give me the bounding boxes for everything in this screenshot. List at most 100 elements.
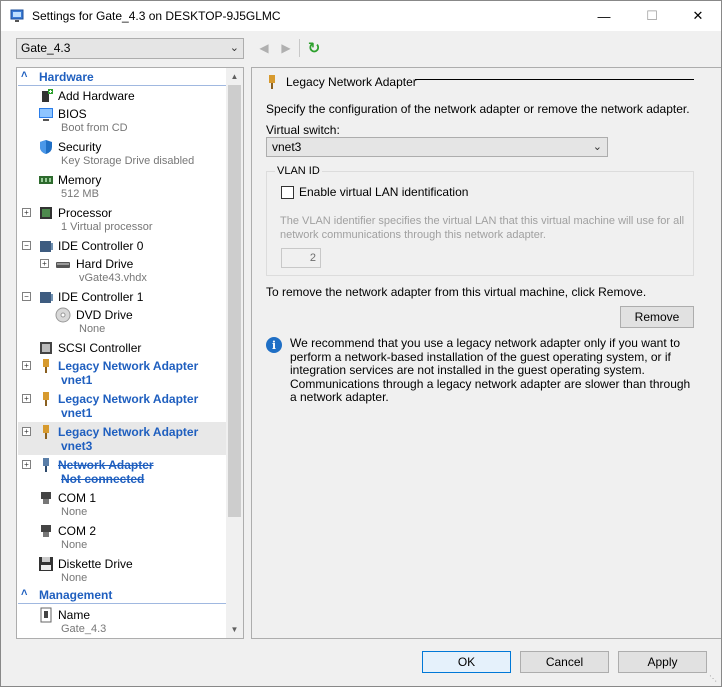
adapter-description: Specify the configuration of the network… bbox=[266, 102, 690, 116]
tree-item-name[interactable]: Name Gate_4.3 bbox=[18, 605, 227, 638]
remove-button[interactable]: Remove bbox=[620, 306, 694, 328]
tree-item-network-adapter[interactable]: + Network Adapter Not connected bbox=[18, 455, 227, 488]
tree-item-label: Name bbox=[58, 608, 91, 622]
info-icon: i bbox=[266, 337, 282, 353]
tree-item-label: Network Adapter bbox=[58, 458, 154, 472]
tree-item-label: IDE Controller 1 bbox=[58, 290, 144, 304]
tree-item-dvd-drive[interactable]: DVD Drive None bbox=[18, 305, 227, 338]
chevron-down-icon: ⌄ bbox=[229, 42, 239, 54]
tree-item-legacy-network-adapter-3[interactable]: + Legacy Network Adapter vnet3 bbox=[18, 422, 227, 455]
apply-button[interactable]: Apply bbox=[618, 651, 707, 673]
tree-item-label: Hard Drive bbox=[76, 257, 134, 271]
tree-item-sub: 512 MB bbox=[61, 188, 99, 200]
tree-item-sub: None bbox=[79, 323, 106, 335]
network-plug-icon bbox=[269, 75, 275, 89]
tree-item-sub: None bbox=[61, 572, 88, 584]
vm-selector-dropdown[interactable]: Gate_4.3 ⌄ bbox=[16, 38, 244, 59]
tree-item-ide-controller-1[interactable]: − IDE Controller 1 bbox=[18, 287, 227, 305]
info-text: We recommend that you use a legacy netwo… bbox=[290, 336, 691, 404]
tree-item-processor[interactable]: + Processor 1 Virtual processor bbox=[18, 203, 227, 236]
group-title: Legacy Network Adapter bbox=[286, 75, 417, 89]
refresh-icon[interactable]: ↻ bbox=[305, 39, 323, 57]
shield-icon bbox=[40, 140, 52, 154]
section-header-management[interactable]: ˄ Management bbox=[18, 587, 227, 604]
group-rule bbox=[415, 79, 694, 80]
tree-item-sub: vnet1 bbox=[61, 373, 93, 387]
section-header-hardware[interactable]: ˄ Hardware bbox=[18, 69, 227, 86]
tree-item-sub: Boot from CD bbox=[61, 122, 128, 134]
close-button[interactable]: ✕ bbox=[675, 1, 721, 31]
ok-button[interactable]: OK bbox=[422, 651, 511, 673]
tree-item-label: Add Hardware bbox=[58, 89, 135, 103]
detail-panel: Legacy Network Adapter Specify the confi… bbox=[251, 67, 721, 639]
vlan-checkbox-label[interactable]: Enable virtual LAN identification bbox=[299, 185, 468, 199]
title-bar[interactable]: Settings for Gate_4.3 on DESKTOP-9J5GLMC… bbox=[1, 1, 721, 31]
tree-item-sub: None bbox=[61, 539, 88, 551]
tree-item-legacy-network-adapter-1[interactable]: + Legacy Network Adapter vnet1 bbox=[18, 356, 227, 389]
tree-item-sub: None bbox=[61, 506, 88, 518]
minimize-button[interactable]: — bbox=[581, 1, 627, 31]
expand-plus-icon[interactable]: + bbox=[22, 427, 31, 436]
maximize-button[interactable]: ☐ bbox=[629, 1, 675, 31]
dvd-disc-icon bbox=[55, 307, 71, 323]
tree-item-memory[interactable]: Memory 512 MB bbox=[18, 170, 227, 203]
scroll-up-arrow-icon[interactable]: ▲ bbox=[226, 68, 243, 85]
hardware-tree[interactable]: ˄ Hardware Add Hardware BIOS Boot from C… bbox=[16, 67, 244, 639]
scroll-down-arrow-icon[interactable]: ▼ bbox=[226, 621, 243, 638]
tree-item-bios[interactable]: BIOS Boot from CD bbox=[18, 104, 227, 137]
tree-item-label: Memory bbox=[58, 173, 102, 187]
tree-item-label: Diskette Drive bbox=[58, 557, 133, 571]
virtual-switch-value: vnet3 bbox=[272, 140, 302, 154]
tree-item-com-1[interactable]: COM 1 None bbox=[18, 488, 227, 521]
expand-plus-icon[interactable]: + bbox=[22, 460, 31, 469]
tree-item-sub: vnet1 bbox=[61, 406, 93, 420]
network-plug-icon bbox=[43, 425, 49, 439]
tree-scrollbar[interactable]: ▲ ▼ bbox=[226, 68, 243, 638]
collapse-chevron-icon: ˄ bbox=[21, 69, 28, 81]
tree-item-sub: vnet3 bbox=[61, 439, 93, 453]
forward-arrow-icon[interactable]: ▶ bbox=[277, 39, 295, 57]
expand-plus-icon[interactable]: + bbox=[40, 259, 49, 268]
network-plug-icon bbox=[43, 458, 49, 472]
section-label: Hardware bbox=[39, 70, 94, 84]
tree-item-diskette-drive[interactable]: Diskette Drive None bbox=[18, 554, 227, 587]
tree-item-security[interactable]: Security Key Storage Drive disabled bbox=[18, 137, 227, 170]
name-tag-icon bbox=[40, 607, 52, 623]
scrollbar-thumb[interactable] bbox=[228, 85, 241, 517]
tree-item-label: Security bbox=[58, 140, 102, 154]
tree-item-label: DVD Drive bbox=[76, 308, 133, 322]
tree-item-sub: 1 Virtual processor bbox=[61, 221, 153, 233]
toolbar-divider bbox=[299, 39, 300, 57]
tree-item-label: SCSI Controller bbox=[58, 341, 142, 355]
scsi-controller-icon bbox=[40, 342, 52, 354]
resize-grip-icon[interactable]: ⋱ bbox=[709, 674, 719, 684]
tree-item-label: BIOS bbox=[58, 107, 87, 121]
tree-item-label: COM 1 bbox=[58, 491, 97, 505]
expand-plus-icon[interactable]: + bbox=[22, 361, 31, 370]
tree-item-ide-controller-0[interactable]: − IDE Controller 0 bbox=[18, 236, 227, 254]
tree-item-com-2[interactable]: COM 2 None bbox=[18, 521, 227, 554]
remove-instruction: To remove the network adapter from this … bbox=[266, 285, 647, 299]
tree-item-label: COM 2 bbox=[58, 524, 97, 538]
virtual-switch-dropdown[interactable]: vnet3 ⌄ bbox=[266, 137, 608, 157]
bios-icon bbox=[39, 108, 53, 121]
cancel-button[interactable]: Cancel bbox=[520, 651, 609, 673]
collapse-minus-icon[interactable]: − bbox=[22, 292, 31, 301]
vlan-enable-checkbox[interactable] bbox=[281, 186, 294, 199]
processor-icon bbox=[40, 207, 52, 219]
tree-item-scsi-controller[interactable]: SCSI Controller bbox=[18, 338, 227, 356]
ide-controller-icon bbox=[40, 241, 53, 252]
expand-plus-icon[interactable]: + bbox=[22, 394, 31, 403]
expand-plus-icon[interactable]: + bbox=[22, 208, 31, 217]
tree-item-hard-drive[interactable]: + Hard Drive vGate43.vhdx bbox=[18, 254, 227, 287]
tree-item-sub: vGate43.vhdx bbox=[79, 272, 147, 284]
tree-item-label: Processor bbox=[58, 206, 113, 220]
back-arrow-icon[interactable]: ◀ bbox=[255, 39, 273, 57]
collapse-minus-icon[interactable]: − bbox=[22, 241, 31, 250]
tree-item-label: IDE Controller 0 bbox=[58, 239, 144, 253]
tree-item-legacy-network-adapter-2[interactable]: + Legacy Network Adapter vnet1 bbox=[18, 389, 227, 422]
settings-app-icon bbox=[10, 9, 24, 22]
vlan-id-input[interactable]: 2 bbox=[281, 248, 321, 268]
tree-item-sub: Key Storage Drive disabled bbox=[61, 155, 195, 167]
tree-item-label: Legacy Network Adapter bbox=[58, 425, 199, 439]
